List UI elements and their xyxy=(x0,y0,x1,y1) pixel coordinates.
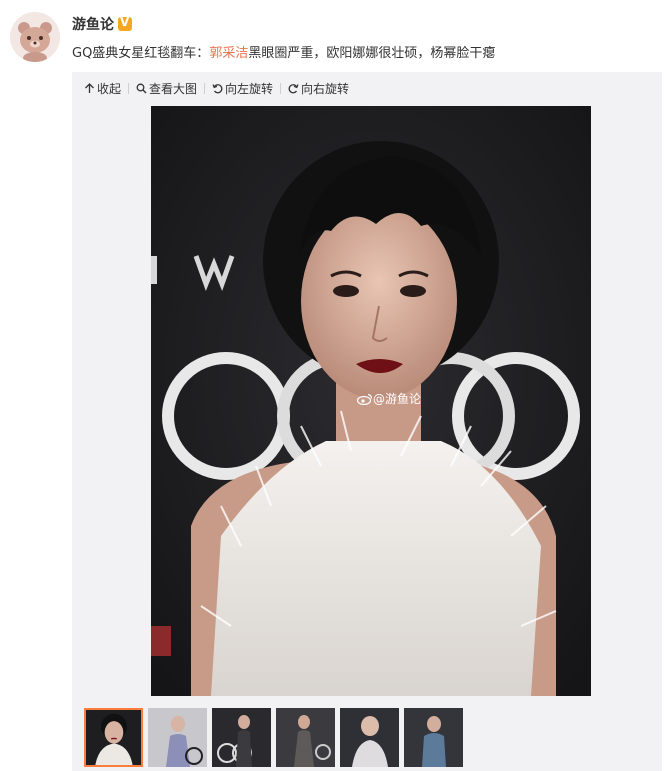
thumbnail-image xyxy=(404,708,463,767)
media-toolbar: 收起 查看大图 向左旋转 向右旋转 xyxy=(84,80,349,96)
thumbnail-5[interactable] xyxy=(340,708,399,767)
thumbnail-image xyxy=(340,708,399,767)
bear-avatar-icon xyxy=(10,12,60,62)
weibo-logo-icon xyxy=(357,393,373,405)
view-large-button[interactable]: 查看大图 xyxy=(136,80,197,97)
avatar[interactable] xyxy=(10,12,60,62)
toolbar-divider xyxy=(204,82,206,94)
view-large-label: 查看大图 xyxy=(149,81,198,96)
thumbnail-image xyxy=(212,708,271,767)
collapse-button[interactable]: 收起 xyxy=(84,80,121,97)
verified-badge-icon xyxy=(118,15,132,31)
post-text-suffix: 黑眼圈严重，欧阳娜娜很壮硕，杨幂脸干瘪 xyxy=(248,46,496,61)
thumbnail-strip xyxy=(84,708,463,768)
media-panel: 收起 查看大图 向左旋转 向右旋转 @游鱼论 xyxy=(72,72,662,771)
search-icon xyxy=(136,83,147,93)
rotate-right-label: 向右旋转 xyxy=(301,81,350,96)
thumbnail-3[interactable] xyxy=(212,708,271,767)
main-photo[interactable]: @游鱼论 xyxy=(151,106,591,696)
rotate-right-button[interactable]: 向右旋转 xyxy=(288,80,349,97)
toolbar-divider xyxy=(280,82,282,94)
post-highlight-link[interactable]: 郭采洁 xyxy=(209,46,248,61)
collapse-arrow-icon xyxy=(85,82,94,93)
username-text[interactable]: 游鱼论 xyxy=(72,14,114,34)
collapse-label: 收起 xyxy=(97,81,122,96)
thumbnail-image xyxy=(86,710,141,765)
thumbnail-6[interactable] xyxy=(404,708,463,767)
thumbnail-image xyxy=(276,708,335,767)
thumbnail-2[interactable] xyxy=(148,708,207,767)
watermark-text: @游鱼论 xyxy=(373,392,422,406)
thumbnail-4[interactable] xyxy=(276,708,335,767)
thumbnail-1[interactable] xyxy=(84,708,143,767)
post-text-prefix: GQ盛典女星红毯翻车： xyxy=(72,46,210,61)
post-text: GQ盛典女星红毯翻车：郭采洁黑眼圈严重，欧阳娜娜很壮硕，杨幂脸干瘪 xyxy=(72,42,657,61)
weibo-watermark: @游鱼论 xyxy=(357,390,421,407)
thumbnail-image xyxy=(148,708,207,767)
toolbar-divider xyxy=(128,82,130,94)
rotate-left-button[interactable]: 向左旋转 xyxy=(212,80,273,97)
username[interactable]: 游鱼论 xyxy=(72,14,132,34)
rotate-left-label: 向左旋转 xyxy=(225,81,274,96)
rotate-left-icon xyxy=(212,83,223,93)
rotate-right-icon xyxy=(288,83,299,93)
